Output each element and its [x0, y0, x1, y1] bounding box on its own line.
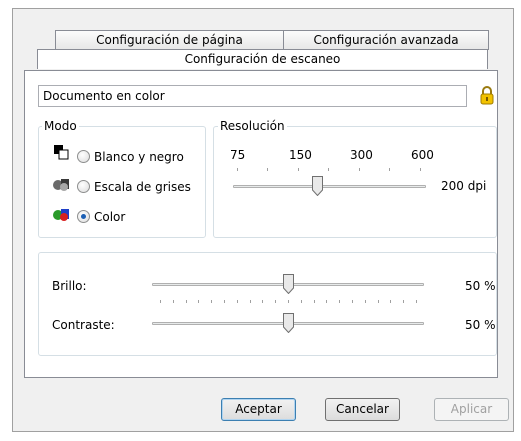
resolution-mark-75: 75: [230, 148, 246, 162]
resolution-mark-150: 150: [289, 148, 312, 162]
contrast-label: Contraste:: [52, 318, 115, 332]
radio-color[interactable]: [77, 210, 90, 223]
resolution-mark-600: 600: [411, 148, 434, 162]
adjustment-tick: [352, 300, 353, 303]
resolution-tick: [328, 168, 329, 171]
bw-mode-icon: [54, 145, 69, 160]
radio-black-white[interactable]: [77, 150, 90, 163]
adjustment-tick: [403, 300, 405, 303]
adjustment-tick: [377, 300, 379, 303]
adjustment-tick: [339, 300, 341, 303]
radio-grayscale-label: Escala de grises: [94, 180, 191, 194]
adjustment-tick: [185, 300, 187, 303]
radio-color-label: Color: [94, 210, 126, 224]
resolution-slider-thumb[interactable]: [312, 176, 323, 196]
ok-button[interactable]: Aceptar: [221, 398, 296, 421]
mode-legend: Modo: [42, 119, 79, 133]
tab-advanced-settings[interactable]: Configuración avanzada: [283, 30, 489, 50]
adjustment-tick: [390, 300, 392, 303]
resolution-tick: [267, 168, 268, 171]
adjustment-tick: [416, 300, 417, 303]
resolution-value: 200 dpi: [441, 179, 487, 193]
contrast-slider-thumb[interactable]: [283, 313, 294, 333]
tab-page-settings[interactable]: Configuración de página: [55, 30, 284, 50]
adjustment-tick: [224, 300, 225, 303]
adjustment-tick: [262, 300, 264, 303]
adjustment-tick: [300, 300, 302, 303]
adjustment-tick: [198, 300, 200, 303]
grayscale-mode-icon: [53, 179, 69, 191]
lock-icon[interactable]: [480, 86, 494, 106]
brightness-value: 50 %: [465, 279, 496, 293]
contrast-value: 50 %: [465, 318, 496, 332]
apply-button[interactable]: Aplicar: [434, 398, 509, 421]
resolution-tick: [298, 168, 299, 171]
tab-scan-settings[interactable]: Configuración de escaneo: [37, 49, 488, 69]
adjustment-tick: [326, 300, 328, 303]
cancel-button[interactable]: Cancelar: [325, 398, 400, 421]
radio-grayscale[interactable]: [77, 180, 90, 193]
adjustment-tick: [172, 300, 174, 303]
resolution-tick: [359, 168, 360, 171]
adjustment-tick: [288, 300, 289, 303]
brightness-slider-thumb[interactable]: [283, 274, 294, 294]
resolution-tick: [389, 168, 390, 171]
resolution-mark-300: 300: [350, 148, 373, 162]
preset-name-field[interactable]: Documento en color: [38, 85, 467, 107]
adjustment-tick: [211, 300, 213, 303]
adjustment-tick: [364, 300, 366, 303]
radio-black-white-label: Blanco y negro: [94, 150, 184, 164]
adjustment-tick: [236, 300, 238, 303]
adjustment-tick: [313, 300, 315, 303]
color-mode-icon: [53, 209, 69, 221]
tab-row-front: Configuración de escaneo: [12, 49, 489, 69]
adjustment-tick: [249, 300, 251, 303]
adjustment-tick: [275, 300, 277, 303]
resolution-slider-track[interactable]: [233, 185, 426, 188]
resolution-legend: Resolución: [218, 119, 287, 133]
resolution-tick: [237, 168, 238, 171]
tab-row-back: Configuración de página Configuración av…: [12, 30, 489, 50]
resolution-tick: [420, 168, 421, 171]
brightness-label: Brillo:: [52, 279, 87, 293]
adjustment-tick: [160, 300, 161, 303]
adjustments-group: [38, 252, 497, 356]
